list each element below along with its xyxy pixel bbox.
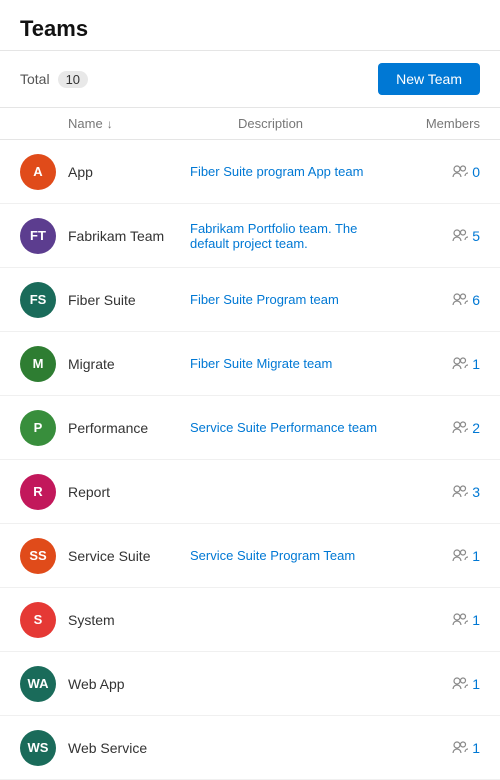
toolbar: Total 10 New Team xyxy=(0,51,500,108)
col-name-header[interactable]: Name ↓ xyxy=(68,116,238,131)
members-count: 0 xyxy=(472,164,480,180)
team-name: App xyxy=(68,164,190,180)
members-count: 2 xyxy=(472,420,480,436)
avatar: S xyxy=(20,602,56,638)
team-description: Fiber Suite program App team xyxy=(190,164,400,179)
team-members: 6 xyxy=(400,292,480,308)
team-name: System xyxy=(68,612,190,628)
avatar: R xyxy=(20,474,56,510)
members-icon xyxy=(452,228,468,244)
avatar: SS xyxy=(20,538,56,574)
team-name: Service Suite xyxy=(68,548,190,564)
members-icon xyxy=(452,164,468,180)
table-header: Name ↓ Description Members xyxy=(0,108,500,140)
team-members: 2 xyxy=(400,420,480,436)
team-description: Service Suite Performance team xyxy=(190,420,400,435)
avatar: A xyxy=(20,154,56,190)
col-members-header: Members xyxy=(400,116,480,131)
team-description: Fiber Suite Migrate team xyxy=(190,356,400,371)
avatar: M xyxy=(20,346,56,382)
total-badge: Total 10 xyxy=(20,71,88,88)
members-icon xyxy=(452,484,468,500)
table-row[interactable]: WS Web Service 1 xyxy=(0,716,500,780)
table-row[interactable]: A App Fiber Suite program App team 0 xyxy=(0,140,500,204)
members-icon xyxy=(452,420,468,436)
team-name: Report xyxy=(68,484,190,500)
table-row[interactable]: WA Web App 1 xyxy=(0,652,500,716)
col-desc-header: Description xyxy=(238,116,400,131)
members-icon xyxy=(452,548,468,564)
members-count: 1 xyxy=(472,676,480,692)
table-row[interactable]: SS Service Suite Service Suite Program T… xyxy=(0,524,500,588)
avatar: P xyxy=(20,410,56,446)
team-description: Fabrikam Portfolio team. The default pro… xyxy=(190,221,400,251)
table-row[interactable]: M Migrate Fiber Suite Migrate team 1 xyxy=(0,332,500,396)
page-header: Teams xyxy=(0,0,500,51)
team-members: 1 xyxy=(400,676,480,692)
team-description: Fiber Suite Program team xyxy=(190,292,400,307)
team-name: Performance xyxy=(68,420,190,436)
members-count: 1 xyxy=(472,548,480,564)
members-icon xyxy=(452,676,468,692)
table-row[interactable]: FT Fabrikam Team Fabrikam Portfolio team… xyxy=(0,204,500,268)
team-members: 1 xyxy=(400,548,480,564)
team-members: 5 xyxy=(400,228,480,244)
team-members: 0 xyxy=(400,164,480,180)
team-members: 3 xyxy=(400,484,480,500)
members-count: 5 xyxy=(472,228,480,244)
team-members: 1 xyxy=(400,356,480,372)
members-icon xyxy=(452,356,468,372)
team-name: Web App xyxy=(68,676,190,692)
team-name: Fiber Suite xyxy=(68,292,190,308)
avatar: FS xyxy=(20,282,56,318)
table-row[interactable]: S System 1 xyxy=(0,588,500,652)
sort-arrow-icon: ↓ xyxy=(107,117,113,131)
members-count: 3 xyxy=(472,484,480,500)
total-label: Total xyxy=(20,71,50,87)
members-icon xyxy=(452,612,468,628)
avatar: WS xyxy=(20,730,56,766)
page-title: Teams xyxy=(20,16,88,41)
table-row[interactable]: P Performance Service Suite Performance … xyxy=(0,396,500,460)
team-members: 1 xyxy=(400,612,480,628)
teams-list: A App Fiber Suite program App team 0 FT … xyxy=(0,140,500,780)
members-count: 6 xyxy=(472,292,480,308)
team-name: Fabrikam Team xyxy=(68,228,190,244)
members-icon xyxy=(452,292,468,308)
avatar: WA xyxy=(20,666,56,702)
team-name: Migrate xyxy=(68,356,190,372)
members-count: 1 xyxy=(472,612,480,628)
total-count: 10 xyxy=(58,71,88,88)
table-row[interactable]: R Report 3 xyxy=(0,460,500,524)
avatar: FT xyxy=(20,218,56,254)
members-count: 1 xyxy=(472,356,480,372)
team-description: Service Suite Program Team xyxy=(190,548,400,563)
new-team-button[interactable]: New Team xyxy=(378,63,480,95)
table-row[interactable]: FS Fiber Suite Fiber Suite Program team … xyxy=(0,268,500,332)
